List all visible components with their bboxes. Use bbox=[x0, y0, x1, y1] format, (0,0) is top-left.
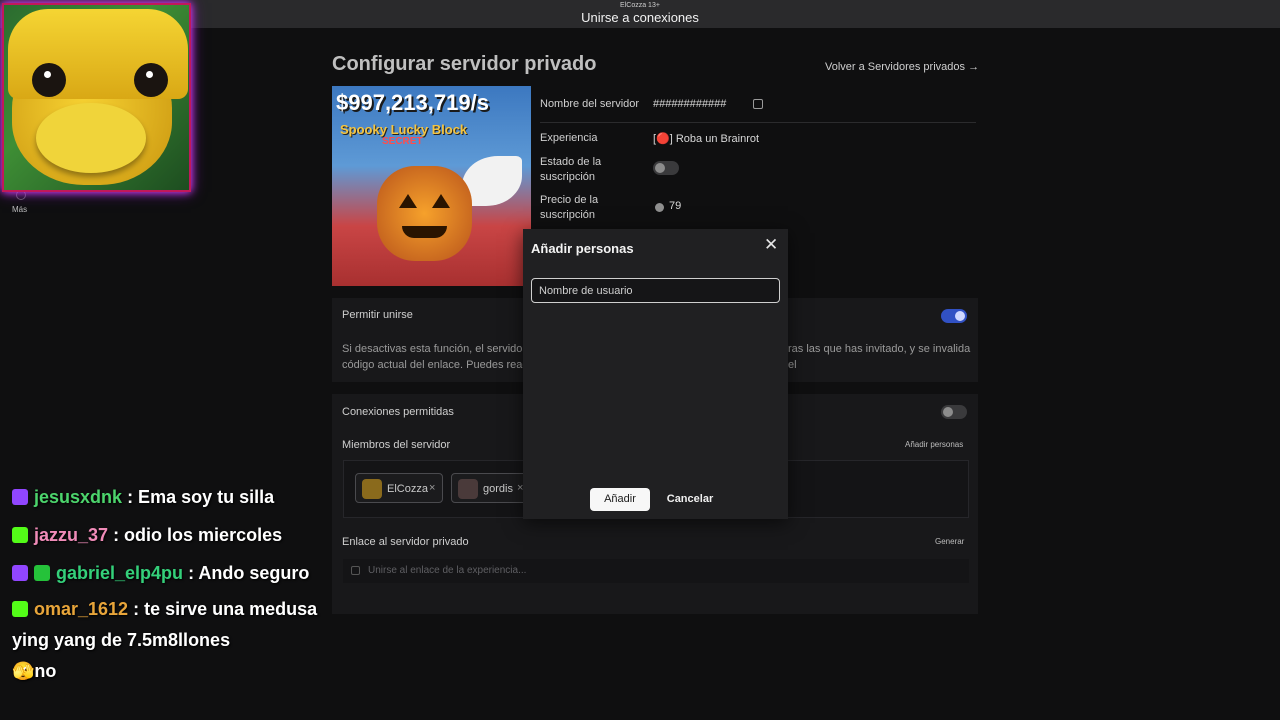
thumbnail-block-name: Spooky Lucky Block bbox=[340, 122, 468, 137]
experience-label: Experiencia bbox=[540, 132, 598, 144]
cancel-button[interactable]: Cancelar bbox=[660, 488, 720, 511]
modal-title: Añadir personas bbox=[531, 241, 634, 256]
topbar-subtitle: ElCozza 13+ bbox=[620, 2, 660, 9]
edit-icon[interactable] bbox=[753, 99, 763, 109]
server-name-value: ############ bbox=[653, 98, 727, 110]
pumpkin-graphic bbox=[377, 166, 472, 261]
experience-thumbnail: $997,213,719/s Spooky Lucky Block SECRET bbox=[332, 86, 531, 286]
divider bbox=[540, 122, 976, 123]
member-chip: ElCozza × bbox=[355, 473, 443, 503]
stream-chat: jesusxdnk : Ema soy tu silla jazzu_37 : … bbox=[12, 482, 332, 687]
allow-join-desc-1: Si desactivas esta función, el servidor bbox=[342, 343, 527, 355]
verified-icon bbox=[34, 565, 50, 581]
twitch-icon bbox=[12, 565, 28, 581]
chat-text: : odio los miercoles bbox=[113, 525, 283, 545]
members-label: Miembros del servidor bbox=[342, 439, 451, 451]
avatar bbox=[362, 479, 382, 499]
private-link-input[interactable]: Unirse al enlace de la experiencia... bbox=[343, 559, 969, 583]
chat-text: : Ema soy tu silla bbox=[127, 487, 275, 507]
member-name: ElCozza bbox=[387, 483, 428, 495]
chat-message: jazzu_37 : odio los miercoles bbox=[12, 520, 332, 551]
chat-message: omar_1612 : te sirve una medusa ying yan… bbox=[12, 594, 332, 656]
character-eye bbox=[134, 63, 168, 97]
add-people-button[interactable]: Añadir personas bbox=[905, 440, 963, 449]
username-input[interactable] bbox=[532, 279, 779, 302]
chat-message: jesusxdnk : Ema soy tu silla bbox=[12, 482, 332, 513]
allow-join-desc-2: código actual del enlace. Puedes reac bbox=[342, 359, 528, 371]
connections-label: Conexiones permitidas bbox=[342, 406, 454, 418]
server-name-label: Nombre del servidor bbox=[540, 98, 640, 110]
character-beak bbox=[36, 103, 146, 173]
thumbnail-money-text: $997,213,719/s bbox=[336, 90, 489, 115]
add-button[interactable]: Añadir bbox=[590, 488, 650, 511]
allow-join-label: Permitir unirse bbox=[342, 309, 413, 321]
page-title: Configurar servidor privado bbox=[332, 53, 597, 75]
character-eye bbox=[32, 63, 66, 97]
experience-value[interactable]: [🔴] Roba un Brainrot bbox=[653, 132, 759, 145]
topbar-title: Unirse a conexiones bbox=[581, 10, 699, 25]
sidebar-more-label[interactable]: Más bbox=[12, 205, 27, 214]
chat-username: omar_1612 bbox=[34, 599, 129, 619]
chat-username: jesusxdnk bbox=[34, 487, 123, 507]
webcam-overlay bbox=[2, 3, 191, 192]
back-to-private-servers-link[interactable]: Volver a Servidores privados → bbox=[825, 61, 979, 73]
robux-icon bbox=[655, 203, 664, 212]
subscription-state-label: Estado de la suscripción bbox=[540, 156, 602, 183]
close-icon[interactable]: ✕ bbox=[764, 235, 778, 255]
thumbnail-secret-badge: SECRET bbox=[382, 136, 423, 147]
kick-icon bbox=[12, 527, 28, 543]
chat-message: 🫣no bbox=[12, 656, 332, 687]
private-link-label: Enlace al servidor privado bbox=[342, 536, 469, 548]
twitch-icon bbox=[12, 489, 28, 505]
member-name: gordis bbox=[483, 483, 513, 495]
chat-text: : Ando seguro bbox=[188, 563, 310, 583]
kick-icon bbox=[12, 601, 28, 617]
remove-member-icon[interactable]: × bbox=[429, 482, 435, 494]
subscription-toggle[interactable] bbox=[653, 161, 679, 175]
chat-text: 🫣no bbox=[12, 661, 57, 681]
allow-join-desc-right: ras las que has invitado, y se invalida … bbox=[788, 343, 971, 371]
top-bar: ElCozza 13+ Unirse a conexiones bbox=[0, 0, 1280, 28]
connections-toggle[interactable] bbox=[941, 405, 967, 419]
chat-message: gabriel_elp4pu : Ando seguro bbox=[12, 558, 332, 589]
member-chip: gordis × bbox=[451, 473, 531, 503]
username-field[interactable] bbox=[531, 278, 780, 303]
chat-username: gabriel_elp4pu bbox=[56, 563, 184, 583]
generate-link-button[interactable]: Generar bbox=[935, 537, 964, 546]
private-link-placeholder: Unirse al enlace de la experiencia... bbox=[368, 565, 527, 576]
avatar bbox=[458, 479, 478, 499]
allow-join-toggle[interactable] bbox=[941, 309, 967, 323]
subscription-price-label: Precio de la suscripción bbox=[540, 194, 599, 221]
subscription-price-value: 79 bbox=[669, 200, 682, 212]
add-people-modal: Añadir personas ✕ Añadir Cancelar bbox=[523, 229, 788, 519]
chat-username: jazzu_37 bbox=[34, 525, 109, 545]
app-window: ElCozza 13+ Unirse a conexiones Más Conf… bbox=[0, 0, 1280, 720]
copy-icon bbox=[351, 566, 360, 575]
